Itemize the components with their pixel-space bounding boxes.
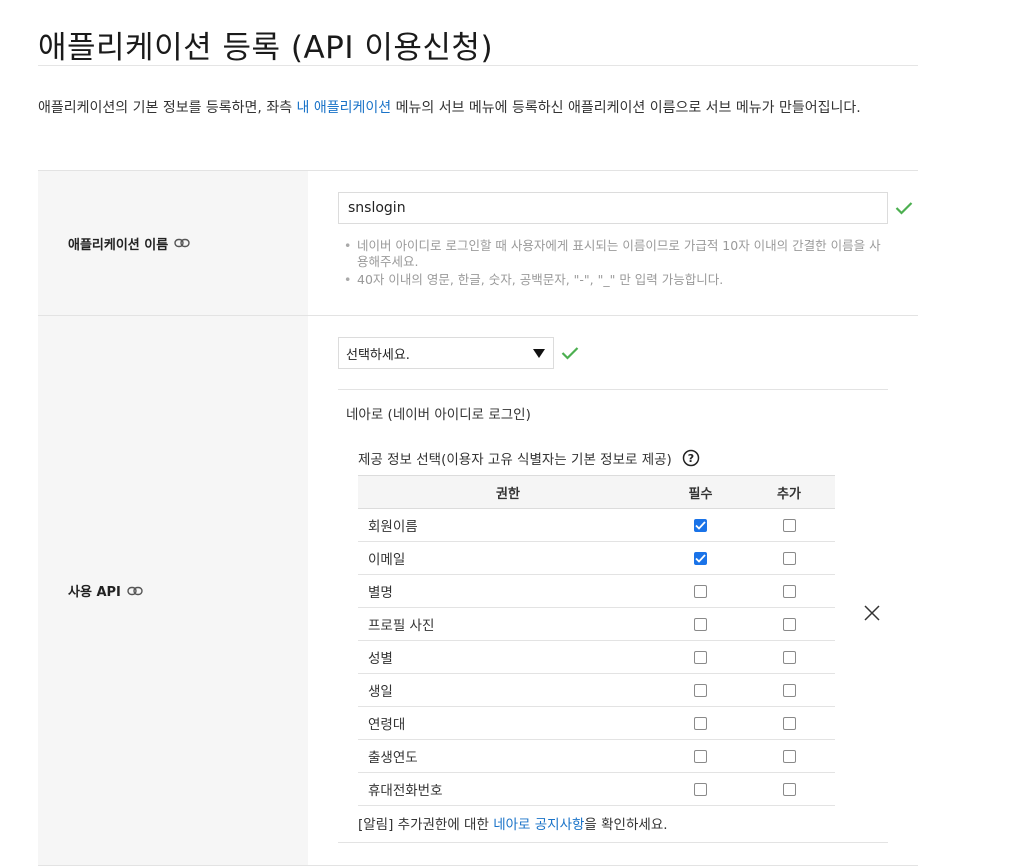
permission-name: 별명 <box>358 574 658 608</box>
app-name-input[interactable] <box>338 192 888 224</box>
permission-name: 생일 <box>358 673 658 707</box>
optional-checkbox[interactable] <box>782 518 796 532</box>
optional-checkbox[interactable] <box>782 650 796 664</box>
api-select-value: 선택하세요. <box>346 347 410 363</box>
required-checkbox[interactable] <box>694 749 707 763</box>
optional-checkbox[interactable] <box>782 584 796 598</box>
permission-row: 연령대 <box>358 706 835 740</box>
column-header-required: 필수 <box>658 475 743 509</box>
required-checkbox[interactable] <box>694 584 707 598</box>
app-name-label-text: 애플리케이션 이름 <box>68 237 169 253</box>
intro-text: 애플리케이션의 기본 정보를 등록하면, 좌측 내 애플리케이션 메뉴의 서브 … <box>38 100 861 116</box>
my-applications-link[interactable]: 내 애플리케이션 <box>297 100 392 116</box>
permission-name: 연령대 <box>358 706 658 740</box>
hint-item: 40자 이내의 영문, 한글, 숫자, 공백문자, "-", "_" 만 입력 … <box>344 272 886 288</box>
required-checkbox[interactable] <box>694 683 707 697</box>
notice-link[interactable]: 네아로 공지사항 <box>493 817 584 833</box>
permission-name: 이메일 <box>358 541 658 575</box>
permission-name: 출생연도 <box>358 739 658 773</box>
permission-row: 회원이름 <box>358 508 835 542</box>
app-name-row: 애플리케이션 이름 네이버 아이디로 로그인할 때 사용자에게 표시되는 이름이… <box>38 171 918 316</box>
optional-checkbox[interactable] <box>782 551 796 565</box>
permission-name: 회원이름 <box>358 508 658 542</box>
api-select[interactable]: 선택하세요. <box>338 337 554 369</box>
help-icon[interactable]: ? <box>682 449 700 467</box>
api-label: 사용 API <box>38 316 308 865</box>
optional-checkbox[interactable] <box>782 716 796 730</box>
api-row: 사용 API 선택하세요. 네아로 (네이버 아이디로 로그인) 제공 정보 선… <box>38 316 918 866</box>
link-icon[interactable] <box>127 586 143 596</box>
permission-table: 권한 필수 추가 회원이름 이메일 별명 프로필 사진 성별 생일 연령대 출생연도 휴대전화번… <box>358 475 835 806</box>
required-checkbox[interactable] <box>694 782 707 796</box>
permission-name: 프로필 사진 <box>358 607 658 641</box>
column-header-permission: 권한 <box>358 475 658 509</box>
registration-form: 애플리케이션 이름 네이버 아이디로 로그인할 때 사용자에게 표시되는 이름이… <box>38 170 918 866</box>
provide-info-title: 제공 정보 선택(이용자 고유 식별자는 기본 정보로 제공) ? <box>358 448 700 468</box>
title-divider <box>38 65 918 66</box>
app-name-label: 애플리케이션 이름 <box>38 171 308 315</box>
optional-checkbox[interactable] <box>782 683 796 697</box>
required-checkbox[interactable] <box>694 551 707 565</box>
valid-check-icon <box>895 201 913 215</box>
notice-text: [알림] 추가권한에 대한 네아로 공지사항을 확인하세요. <box>358 817 668 833</box>
api-panel: 네아로 (네이버 아이디로 로그인) 제공 정보 선택(이용자 고유 식별자는 … <box>338 389 888 843</box>
link-icon[interactable] <box>174 238 190 248</box>
triangle-down-icon <box>533 348 545 358</box>
hint-item: 네이버 아이디로 로그인할 때 사용자에게 표시되는 이름이므로 가급적 10자… <box>344 238 886 270</box>
permission-row: 성별 <box>358 640 835 674</box>
permission-row: 프로필 사진 <box>358 607 835 641</box>
svg-text:?: ? <box>688 452 694 465</box>
permission-row: 이메일 <box>358 541 835 575</box>
permission-row: 출생연도 <box>358 739 835 773</box>
permission-name: 휴대전화번호 <box>358 772 658 806</box>
valid-check-icon <box>561 346 579 360</box>
required-checkbox[interactable] <box>694 617 707 631</box>
api-name: 네아로 (네이버 아이디로 로그인) <box>346 407 531 423</box>
permission-row: 생일 <box>358 673 835 707</box>
required-checkbox[interactable] <box>694 650 707 664</box>
close-icon <box>864 605 880 621</box>
page-title: 애플리케이션 등록 (API 이용신청) <box>38 30 494 66</box>
api-label-text: 사용 API <box>68 585 121 600</box>
api-body: 선택하세요. 네아로 (네이버 아이디로 로그인) 제공 정보 선택(이용자 고… <box>308 316 918 865</box>
permission-row: 휴대전화번호 <box>358 772 835 806</box>
optional-checkbox[interactable] <box>782 617 796 631</box>
optional-checkbox[interactable] <box>782 749 796 763</box>
permission-name: 성별 <box>358 640 658 674</box>
app-name-body: 네이버 아이디로 로그인할 때 사용자에게 표시되는 이름이므로 가급적 10자… <box>308 171 918 315</box>
column-header-optional: 추가 <box>743 475 835 509</box>
app-name-hints: 네이버 아이디로 로그인할 때 사용자에게 표시되는 이름이므로 가급적 10자… <box>338 238 886 288</box>
required-checkbox[interactable] <box>694 518 707 532</box>
optional-checkbox[interactable] <box>782 782 796 796</box>
permission-row: 별명 <box>358 574 835 608</box>
required-checkbox[interactable] <box>694 716 707 730</box>
remove-api-button[interactable] <box>861 602 883 624</box>
